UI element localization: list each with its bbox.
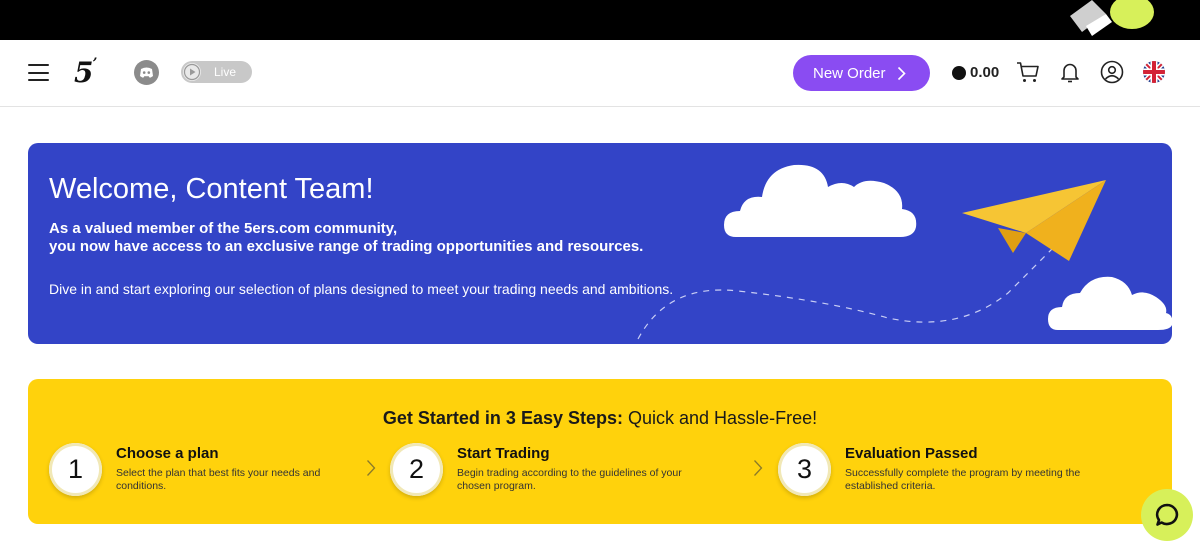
- uk-flag-icon[interactable]: [1142, 60, 1166, 84]
- chevron-right-icon: [367, 460, 376, 476]
- top-banner-strip: [0, 0, 1200, 40]
- get-started-steps: Get Started in 3 Easy Steps: Quick and H…: [28, 379, 1172, 524]
- decorative-shapes: [1070, 0, 1154, 36]
- coin-icon: [952, 66, 966, 80]
- cloud-icon: [1048, 276, 1172, 330]
- step-number: 3: [778, 443, 831, 496]
- new-order-label: New Order: [813, 65, 886, 82]
- balance-amount: 0.00: [970, 64, 1000, 81]
- cart-icon[interactable]: [1016, 60, 1040, 84]
- chat-icon: [1155, 503, 1179, 526]
- welcome-title: Welcome, Content Team!: [49, 173, 374, 205]
- welcome-lead-line2: you now have access to an exclusive rang…: [49, 237, 644, 255]
- cloud-icon: [724, 164, 917, 237]
- steps-heading: Get Started in 3 Easy Steps: Quick and H…: [28, 408, 1172, 429]
- step-description: Successfully complete the program by mee…: [845, 467, 1081, 492]
- brand-logo[interactable]: 5’: [74, 56, 97, 89]
- welcome-lead: As a valued member of the 5ers.com commu…: [49, 220, 649, 255]
- top-navbar: 5’ Live New Order 0.00: [0, 40, 1200, 107]
- chevron-right-icon: [754, 460, 763, 476]
- live-label: Live: [214, 65, 237, 79]
- live-chat-button[interactable]: [1141, 489, 1193, 541]
- step-title: Start Trading: [457, 445, 550, 462]
- play-icon: [183, 63, 201, 81]
- welcome-lead-line1: As a valued member of the 5ers.com commu…: [49, 220, 398, 237]
- step-title: Evaluation Passed: [845, 445, 978, 462]
- step-description: Select the plan that best fits your need…: [116, 467, 321, 492]
- welcome-body: Dive in and start exploring our selectio…: [49, 281, 674, 297]
- step-title: Choose a plan: [116, 445, 219, 462]
- step-number: 2: [390, 443, 443, 496]
- welcome-banner: Welcome, Content Team! As a valued membe…: [28, 143, 1172, 344]
- step-number: 1: [49, 443, 102, 496]
- chevron-right-icon: [897, 66, 906, 81]
- menu-icon[interactable]: [28, 64, 49, 81]
- discord-icon[interactable]: [134, 60, 159, 85]
- new-order-button[interactable]: New Order: [793, 55, 930, 91]
- step-description: Begin trading according to the guideline…: [457, 467, 682, 492]
- user-icon[interactable]: [1100, 60, 1124, 84]
- paper-plane-icon: [962, 180, 1106, 261]
- steps-heading-rest: Quick and Hassle-Free!: [628, 408, 818, 428]
- steps-heading-bold: Get Started in 3 Easy Steps:: [382, 408, 623, 428]
- paper-plane-illustration: [637, 164, 1172, 340]
- bell-icon[interactable]: [1058, 60, 1082, 84]
- live-toggle[interactable]: Live: [181, 61, 252, 83]
